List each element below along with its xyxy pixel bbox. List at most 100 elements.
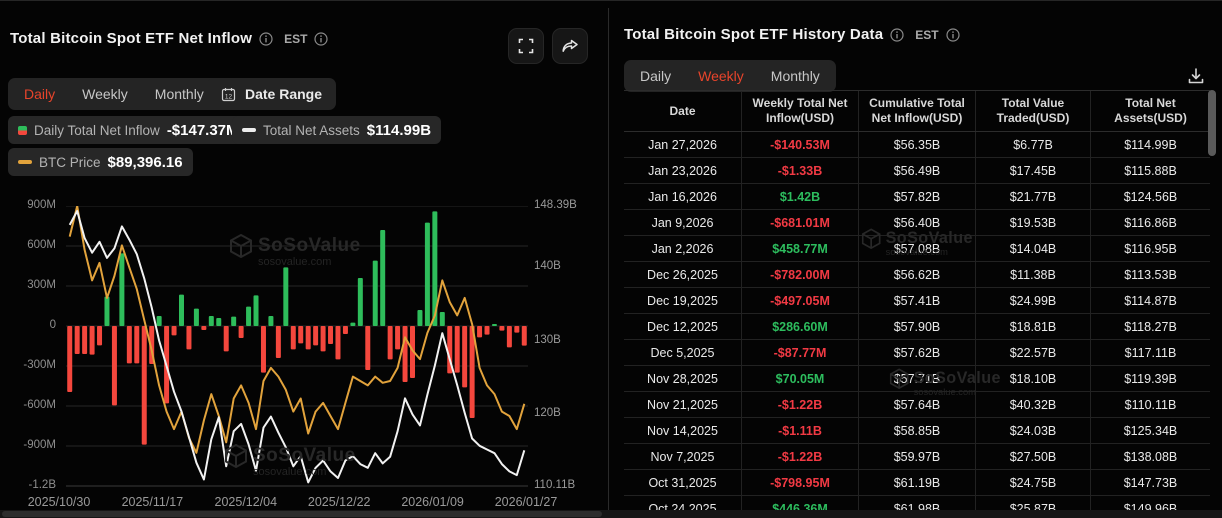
table-row[interactable]: Nov 14,2025-$1.11B$58.85B$24.03B$125.34B [624, 418, 1210, 444]
info-icon[interactable] [314, 32, 328, 46]
value-cell: $119.39B [1090, 366, 1210, 391]
date-range-button[interactable]: 12 Date Range [207, 78, 336, 110]
value-cell: $115.88B [1090, 158, 1210, 183]
table-row[interactable]: Dec 19,2025-$497.05M$57.41B$24.99B$114.8… [624, 288, 1210, 314]
value-cell: -$798.95M [741, 470, 858, 495]
y-axis-tick: -900M [0, 439, 56, 451]
date-range-label: Date Range [245, 86, 322, 102]
chart-tab-monthly[interactable]: Monthly [155, 86, 204, 102]
download-icon[interactable] [1186, 66, 1206, 86]
value-cell: $11.38B [975, 262, 1090, 287]
value-cell: $113.53B [1090, 262, 1210, 287]
right-axis-tick: 130B [534, 334, 561, 346]
table-tab-daily[interactable]: Daily [640, 68, 671, 84]
table-tab-weekly[interactable]: Weekly [698, 68, 744, 84]
value-cell: -$1.11B [741, 418, 858, 443]
info-icon[interactable] [259, 32, 273, 46]
value-cell: $24.03B [975, 418, 1090, 443]
etf-dashboard: Total Bitcoin Spot ETF Net Inflow EST Da… [0, 0, 1222, 518]
value-cell: $17.45B [975, 158, 1090, 183]
table-vertical-scrollbar[interactable] [1208, 90, 1216, 156]
value-cell: $114.87B [1090, 288, 1210, 313]
table-row[interactable]: Jan 16,2026$1.42B$57.82B$21.77B$124.56B [624, 184, 1210, 210]
table-period-tabs: Daily Weekly Monthly [624, 60, 836, 92]
column-header: Total Value Traded(USD) [975, 91, 1090, 131]
value-cell: $125.34B [1090, 418, 1210, 443]
net-inflow-chart-panel: Total Bitcoin Spot ETF Net Inflow EST Da… [0, 8, 608, 510]
value-cell: -$1.22B [741, 392, 858, 417]
value-cell: $22.57B [975, 340, 1090, 365]
table-row[interactable]: Jan 9,2026-$681.01M$56.40B$19.53B$116.86… [624, 210, 1210, 236]
value-cell: $57.82B [858, 184, 975, 209]
value-cell: $286.60M [741, 314, 858, 339]
y-axis-tick: 300M [0, 279, 56, 291]
share-button[interactable] [552, 28, 588, 64]
x-axis-tick: 2025/11/17 [122, 495, 184, 509]
value-cell: $18.10B [975, 366, 1090, 391]
date-cell: Jan 2,2026 [624, 236, 741, 261]
date-cell: Nov 21,2025 [624, 392, 741, 417]
legend-daily-inflow[interactable]: Daily Total Net Inflow -$147.37M [8, 116, 249, 144]
date-cell: Jan 27,2026 [624, 132, 741, 157]
value-cell: $56.40B [858, 210, 975, 235]
fullscreen-button[interactable] [508, 28, 544, 64]
value-cell: $124.56B [1090, 184, 1210, 209]
value-cell: $14.04B [975, 236, 1090, 261]
table-row[interactable]: Dec 12,2025$286.60M$57.90B$18.81B$118.27… [624, 314, 1210, 340]
table-row[interactable]: Oct 31,2025-$798.95M$61.19B$24.75B$147.7… [624, 470, 1210, 496]
value-cell: $116.95B [1090, 236, 1210, 261]
value-cell: $19.53B [975, 210, 1090, 235]
table-row[interactable]: Dec 26,2025-$782.00M$56.62B$11.38B$113.5… [624, 262, 1210, 288]
table-row[interactable]: Dec 5,2025-$87.77M$57.62B$22.57B$117.11B [624, 340, 1210, 366]
date-cell: Nov 28,2025 [624, 366, 741, 391]
column-header: Weekly Total Net Inflow(USD) [741, 91, 858, 131]
horizontal-scrollbar-track[interactable] [0, 510, 1222, 518]
date-cell: Dec 19,2025 [624, 288, 741, 313]
assets-swatch-icon [242, 128, 256, 132]
value-cell: $27.50B [975, 444, 1090, 469]
inflow-swatch-icon [18, 126, 27, 135]
value-cell: $18.81B [975, 314, 1090, 339]
table-tab-monthly[interactable]: Monthly [771, 68, 820, 84]
table-row[interactable]: Jan 23,2026-$1.33B$56.49B$17.45B$115.88B [624, 158, 1210, 184]
date-cell: Dec 5,2025 [624, 340, 741, 365]
table-row[interactable]: Nov 28,2025$70.05M$57.71B$18.10B$119.39B [624, 366, 1210, 392]
table-row[interactable]: Nov 21,2025-$1.22B$57.64B$40.32B$110.11B [624, 392, 1210, 418]
date-cell: Jan 9,2026 [624, 210, 741, 235]
chart-period-tabs: Daily Weekly Monthly [8, 78, 220, 110]
date-cell: Jan 23,2026 [624, 158, 741, 183]
value-cell: $56.62B [858, 262, 975, 287]
chart-panel-title: Total Bitcoin Spot ETF Net Inflow [10, 30, 252, 47]
info-icon[interactable] [946, 28, 960, 42]
top-divider [0, 0, 1222, 1]
legend-btc-price[interactable]: BTC Price $89,396.16 [8, 148, 193, 176]
share-icon [561, 37, 579, 55]
chart-plot[interactable] [66, 206, 528, 488]
y-axis-tick: 600M [0, 239, 56, 251]
timezone-label: EST [284, 32, 307, 46]
chart-tab-weekly[interactable]: Weekly [82, 86, 128, 102]
btc-swatch-icon [18, 160, 32, 164]
value-cell: -$1.22B [741, 444, 858, 469]
legend-net-assets[interactable]: Total Net Assets $114.99B [232, 116, 441, 144]
value-cell: $40.32B [975, 392, 1090, 417]
value-cell: $118.27B [1090, 314, 1210, 339]
x-axis-tick: 2025/10/30 [28, 495, 91, 509]
table-row[interactable]: Jan 27,2026-$140.53M$56.35B$6.77B$114.99… [624, 132, 1210, 158]
info-icon[interactable] [890, 28, 904, 42]
chart-tab-daily[interactable]: Daily [24, 86, 55, 102]
history-table: DateWeekly Total Net Inflow(USD)Cumulati… [624, 90, 1210, 514]
value-cell: $138.08B [1090, 444, 1210, 469]
value-cell: -$782.00M [741, 262, 858, 287]
value-cell: $110.11B [1090, 392, 1210, 417]
value-cell: $59.97B [858, 444, 975, 469]
value-cell: $56.35B [858, 132, 975, 157]
date-cell: Oct 31,2025 [624, 470, 741, 495]
value-cell: -$140.53M [741, 132, 858, 157]
combo-chart[interactable]: 900M600M300M0-300M-600M-900M-1.2B148.39B… [0, 196, 608, 518]
table-row[interactable]: Nov 7,2025-$1.22B$59.97B$27.50B$138.08B [624, 444, 1210, 470]
value-cell: $21.77B [975, 184, 1090, 209]
horizontal-scrollbar-thumb[interactable] [2, 511, 602, 517]
table-row[interactable]: Jan 2,2026$458.77M$57.08B$14.04B$116.95B [624, 236, 1210, 262]
table-panel-title: Total Bitcoin Spot ETF History Data [624, 26, 883, 43]
